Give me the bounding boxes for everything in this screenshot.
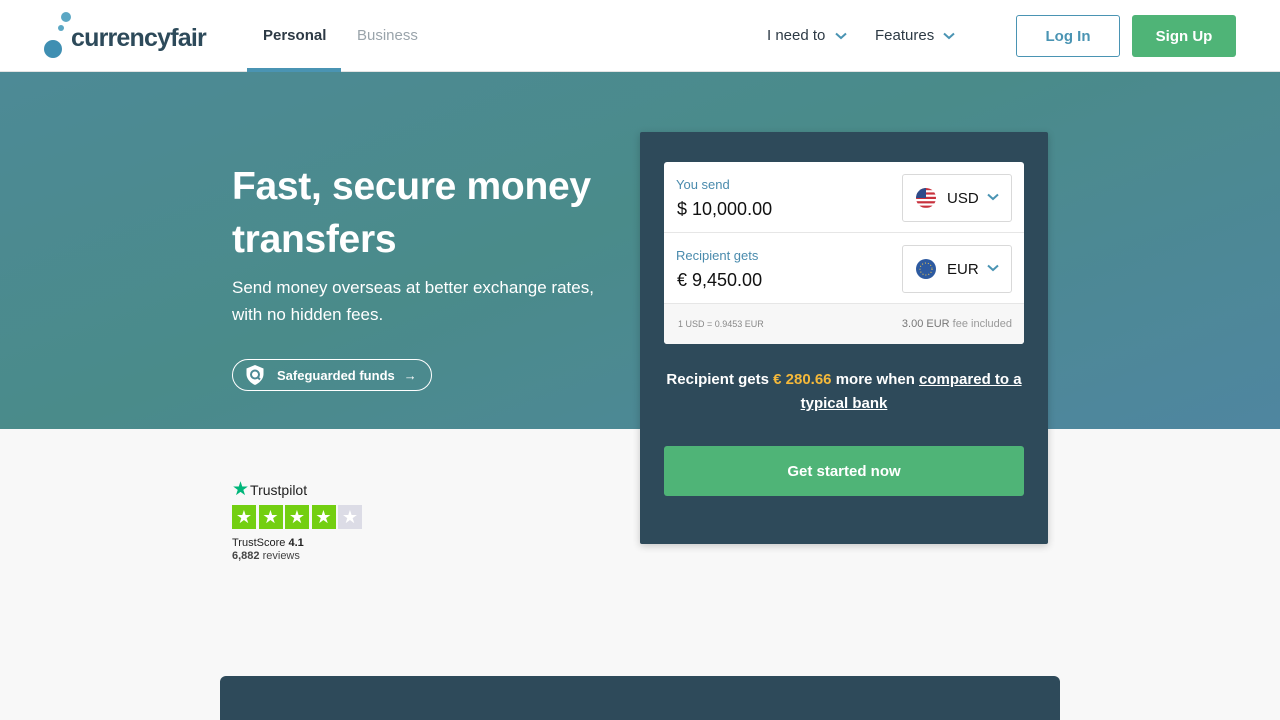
converter-card: You send $ 10,000.00 USD Recipient gets …	[664, 162, 1024, 344]
send-label: You send	[676, 177, 730, 192]
signup-button[interactable]: Sign Up	[1132, 15, 1236, 57]
trustscore: TrustScore 4.1	[232, 537, 304, 549]
shield-search-icon	[246, 365, 264, 385]
rating-star-filled-icon: ★	[285, 505, 309, 529]
savings-middle: more when	[835, 371, 915, 388]
login-button[interactable]: Log In	[1016, 15, 1120, 57]
trustpilot-reviews[interactable]: 6,882 reviews	[232, 550, 300, 562]
get-started-button[interactable]: Get started now	[664, 446, 1024, 496]
trustpilot-star-icon: ★	[232, 479, 250, 500]
rating-star-filled-icon: ★	[258, 505, 283, 529]
fee-amount: 3.00 EUR	[901, 318, 950, 330]
chevron-down-icon	[987, 264, 999, 272]
tab-business[interactable]: Business	[357, 27, 418, 44]
savings-amount: € 280.66	[773, 371, 832, 388]
safeguarded-funds-label: Safeguarded funds	[277, 367, 395, 383]
send-currency-code: USD	[947, 189, 979, 207]
menu-features[interactable]: Features	[875, 27, 956, 44]
receive-currency-select[interactable]: EUR	[902, 245, 1012, 293]
rating-star-filled-icon: ★	[311, 505, 336, 529]
tab-personal[interactable]: Personal	[263, 27, 326, 44]
send-amount-input[interactable]: $ 10,000.00	[677, 199, 772, 220]
brand-name[interactable]: currencyfair	[71, 24, 207, 53]
hero-subtitle: Send money overseas at better exchange r…	[232, 278, 594, 324]
menu-features-label: Features	[875, 27, 935, 44]
reviews-count: 6,882	[232, 550, 260, 562]
us-flag-icon	[916, 188, 936, 208]
safeguarded-funds-button[interactable]: Safeguarded funds →	[232, 359, 432, 391]
exchange-rate: 1 USD = 0.9453 EUR	[678, 319, 764, 329]
fee-text: fee included	[952, 318, 1012, 330]
savings-prefix: Recipient gets	[666, 371, 769, 388]
rating-star-filled-icon: ★	[232, 505, 256, 529]
fee-info: 3.00 EUR fee included	[902, 318, 1012, 330]
trustpilot-name: Trustpilot	[250, 481, 308, 498]
eu-flag-icon	[916, 259, 936, 279]
send-row: You send $ 10,000.00 USD	[664, 162, 1024, 233]
trustpilot-logo[interactable]: ★ Trustpilot	[232, 478, 307, 501]
chevron-down-icon	[987, 193, 999, 201]
receive-row: Recipient gets € 9,450.00 EUR	[664, 233, 1024, 304]
menu-i-need-to[interactable]: I need to	[767, 27, 847, 44]
site-header: currencyfair Personal Business I need to…	[0, 0, 1280, 72]
currency-converter: You send $ 10,000.00 USD Recipient gets …	[640, 132, 1048, 544]
receive-amount-input[interactable]: € 9,450.00	[677, 270, 762, 291]
chevron-down-icon	[834, 32, 847, 40]
send-currency-select[interactable]: USD	[902, 174, 1012, 222]
receive-currency-code: EUR	[947, 260, 979, 278]
converter-footer: 1 USD = 0.9453 EUR 3.00 EUR fee included	[664, 304, 1024, 344]
menu-i-need-to-label: I need to	[767, 27, 826, 44]
hero-title: Fast, secure money transfers	[232, 165, 591, 261]
receive-label: Recipient gets	[676, 248, 759, 263]
chevron-down-icon	[943, 32, 956, 40]
trustpilot-rating-stars: ★ ★ ★ ★ ★	[232, 505, 365, 529]
reviews-label: reviews	[262, 550, 300, 562]
arrow-right-icon: →	[403, 367, 417, 383]
savings-message: Recipient gets € 280.66 more when compar…	[664, 368, 1024, 416]
next-section-card	[220, 676, 1060, 720]
trustscore-value: 4.1	[288, 537, 304, 549]
rating-star-empty-icon: ★	[338, 505, 362, 529]
trustscore-label: TrustScore	[232, 537, 286, 549]
